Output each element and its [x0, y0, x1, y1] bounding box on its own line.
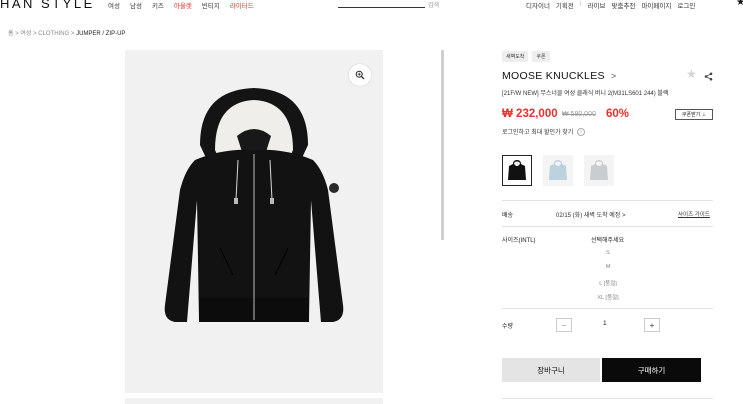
product-image-secondary[interactable] — [125, 398, 383, 404]
breadcrumb-current: JUMPER / ZIP-UP — [76, 31, 126, 37]
size-option-l[interactable]: L [품절] — [556, 279, 660, 287]
nav-item-vintage[interactable]: 빈티지 — [202, 0, 220, 10]
size-option-m[interactable]: M — [556, 264, 660, 270]
login-discount-text: 로그인하고 최대 할인가 찾기 — [502, 130, 574, 136]
nav-item-kids[interactable]: 키즈 — [152, 0, 164, 10]
sale-price: ₩ 232,000 — [502, 108, 558, 120]
image-scrollbar[interactable] — [441, 50, 444, 240]
nav-item-outlet[interactable]: 아울렛 — [174, 0, 192, 10]
divider — [502, 200, 713, 201]
nav-item-women[interactable]: 여성 — [108, 0, 120, 10]
add-to-cart-button[interactable]: 장바구니 — [502, 358, 600, 382]
login-discount-link[interactable]: 로그인하고 최대 할인가 찾기 › — [502, 127, 585, 137]
quantity-label: 수량 — [502, 324, 514, 330]
wishlist-star-icon[interactable]: ★ — [686, 67, 697, 81]
jacket-photo — [164, 88, 344, 322]
zoom-button[interactable] — [349, 64, 371, 86]
brand-name: MOOSE KNUCKLES — [502, 70, 605, 82]
main-nav: 여성 남성 키즈 아울렛 빈티지 라이터드 — [108, 0, 254, 10]
util-recommend[interactable]: 맞춤추천 — [612, 0, 636, 10]
search-input[interactable] — [338, 0, 425, 8]
shipping-label: 배송 — [502, 213, 514, 219]
util-designer[interactable]: 디자이너 — [526, 0, 550, 10]
share-icon[interactable] — [704, 68, 713, 86]
divider — [502, 226, 713, 227]
size-guide-link[interactable]: 사이즈 가이드 — [678, 210, 710, 218]
jacket-thumb-lightblue — [549, 159, 567, 180]
tag-dawn-delivery: 새벽도착 — [502, 51, 529, 62]
color-option-black[interactable] — [502, 155, 532, 186]
utility-menu: 디자이너 기획전 | 라이브 맞춤추천 마이페이지 로그인 — [526, 0, 695, 10]
color-thumbnails — [502, 155, 614, 186]
star-icon[interactable]: ★ — [736, 0, 743, 8]
product-tags: 새벽도착 쿠폰 — [502, 51, 550, 62]
breadcrumb: 홈 > 여성 > CLOTHING > JUMPER / ZIP-UP — [8, 28, 125, 37]
jacket-thumb-black — [508, 159, 526, 180]
breadcrumb-path[interactable]: 홈 > 여성 > CLOTHING > — [8, 31, 76, 37]
quantity-increase-button[interactable]: + — [644, 318, 660, 332]
product-name: [21F/W NEW] 무스너클 여성 클래식 버니 2(M31LS601 24… — [502, 91, 669, 97]
size-label: 사이즈(INTL) — [502, 238, 536, 244]
util-separator: | — [579, 0, 582, 7]
quantity-value[interactable]: 1 — [603, 320, 607, 327]
util-mypage[interactable]: 마이페이지 — [641, 0, 671, 10]
jacket-thumb-grey — [590, 159, 608, 180]
util-login[interactable]: 로그인 — [677, 0, 695, 10]
size-option-s[interactable]: S — [556, 250, 660, 256]
divider — [502, 308, 713, 309]
coupon-download-button[interactable]: 쿠폰받기 ⊥ — [675, 109, 713, 120]
site-logo[interactable]: HAN STYLE — [0, 0, 95, 11]
size-select-placeholder[interactable]: 선택해주세요 — [591, 235, 624, 244]
tag-coupon: 쿠폰 — [532, 51, 550, 62]
size-option-xl[interactable]: XL [품절] — [556, 293, 660, 301]
nav-item-lighter[interactable]: 라이터드 — [230, 0, 254, 10]
buy-now-button[interactable]: 구매하기 — [602, 358, 701, 382]
color-option-lightblue[interactable] — [543, 155, 573, 186]
util-live[interactable]: 라이브 — [588, 0, 606, 10]
divider — [502, 398, 713, 399]
original-price: ₩ 580,000 — [562, 111, 596, 118]
zoom-in-icon — [355, 70, 365, 80]
chevron-right-icon: > — [610, 71, 617, 81]
quantity-decrease-button[interactable]: − — [556, 318, 572, 332]
util-exhibition[interactable]: 기획전 — [556, 0, 574, 10]
product-image[interactable] — [125, 50, 383, 393]
chevron-circle-icon: › — [576, 128, 585, 137]
top-header: HAN STYLE 여성 남성 키즈 아울렛 빈티지 라이터드 검색 디자이너 … — [0, 0, 743, 12]
nav-item-men[interactable]: 남성 — [130, 0, 142, 10]
search-button[interactable]: 검색 — [428, 0, 439, 9]
shipping-info-link[interactable]: 02/15 (화) 새벽 도착 예정 > — [556, 210, 626, 219]
color-option-grey[interactable] — [584, 155, 614, 186]
brand-link[interactable]: MOOSE KNUCKLES > — [502, 70, 616, 82]
discount-rate: 60% — [606, 108, 630, 120]
